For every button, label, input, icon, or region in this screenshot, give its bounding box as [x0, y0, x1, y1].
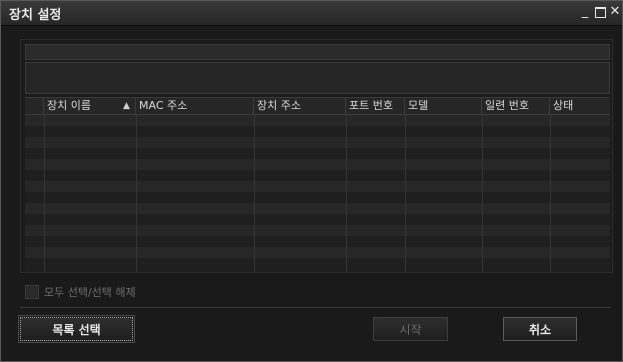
column-divider [346, 114, 347, 272]
table-row [25, 225, 610, 236]
table-row [25, 258, 610, 269]
col-header-mac-address[interactable]: MAC 주소 [136, 98, 254, 114]
window-title: 장치 설정 [9, 8, 62, 23]
device-list-panel: 장치 이름 ▲ MAC 주소 장치 주소 포트 번호 모델 일련 번호 상태 [20, 39, 613, 273]
column-divider [136, 114, 137, 272]
table-row [25, 192, 610, 203]
column-divider [482, 114, 483, 272]
column-divider [405, 114, 406, 272]
minimize-button[interactable]: _ [578, 4, 592, 20]
table-row [25, 170, 610, 181]
close-button[interactable]: ✕ [608, 4, 622, 20]
table-header: 장치 이름 ▲ MAC 주소 장치 주소 포트 번호 모델 일련 번호 상태 [25, 98, 610, 115]
table-row [25, 236, 610, 247]
col-header-model[interactable]: 모델 [405, 98, 482, 114]
col-header-port-number[interactable]: 포트 번호 [346, 98, 405, 114]
select-all-label: 모두 선택/선택 해제 [44, 286, 136, 299]
footer-divider [20, 307, 611, 308]
device-settings-window: 장치 설정 _ ✕ 장치 이름 ▲ MAC 주소 장치 주소 포트 번호 모델 … [0, 0, 623, 362]
table-row [25, 137, 610, 148]
column-divider [550, 114, 551, 272]
col-header-status[interactable]: 상태 [550, 98, 610, 114]
table-row [25, 115, 610, 126]
col-header-serial-number[interactable]: 일련 번호 [482, 98, 550, 114]
table-row [25, 214, 610, 225]
table-row [25, 148, 610, 159]
table-row [25, 181, 610, 192]
column-divider [44, 114, 45, 272]
status-area [25, 62, 610, 94]
col-header-checkbox[interactable] [25, 98, 44, 114]
table-row [25, 203, 610, 214]
list-select-button[interactable]: 목록 선택 [18, 315, 135, 343]
select-all-checkbox[interactable] [25, 285, 39, 299]
device-table[interactable]: 장치 이름 ▲ MAC 주소 장치 주소 포트 번호 모델 일련 번호 상태 [25, 97, 610, 272]
col-header-device-address[interactable]: 장치 주소 [254, 98, 346, 114]
table-row [25, 159, 610, 170]
start-button[interactable]: 시작 [373, 317, 448, 341]
maximize-icon [594, 7, 606, 18]
cancel-button[interactable]: 취소 [503, 317, 577, 341]
table-row [25, 126, 610, 137]
table-row [25, 247, 610, 258]
column-divider [254, 114, 255, 272]
sort-ascending-icon: ▲ [123, 101, 130, 111]
progress-bar [25, 44, 610, 60]
maximize-button[interactable] [593, 4, 607, 20]
title-bar[interactable]: 장치 설정 _ ✕ [1, 1, 622, 26]
